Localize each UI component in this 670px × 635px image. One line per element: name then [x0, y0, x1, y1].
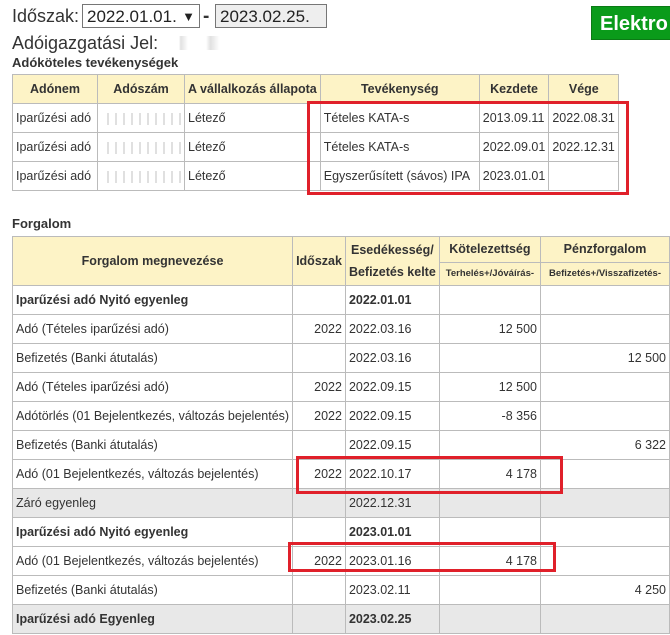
- col-cash-sub: Befizetés+/Visszafizetés-: [540, 261, 670, 287]
- turnover-period: [292, 343, 346, 373]
- turnover-liability: 12 500: [438, 372, 542, 402]
- turnover-date: 2022.03.16: [344, 314, 440, 344]
- turnover-cash: 4 250: [540, 575, 670, 605]
- activity-tax-number: [97, 161, 185, 191]
- turnover-row: Adótörlés (01 Bejelentkezés, változás be…: [11, 401, 670, 431]
- turnover-liability: -8 356: [438, 401, 542, 431]
- turnover-name: Adó (01 Bejelentkezés, változás bejelent…: [11, 459, 294, 489]
- turnover-name: Befizetés (Banki átutalás): [11, 343, 294, 373]
- col-status: A vállalkozás állapota: [184, 74, 321, 104]
- turnover-cash: [540, 546, 670, 576]
- col-start: Kezdete: [478, 74, 550, 104]
- electronic-button[interactable]: Elektro: [591, 6, 670, 40]
- col-cash: Pénzforgalom: [540, 236, 670, 263]
- activity-status: Létező: [184, 132, 321, 162]
- turnover-period: [292, 604, 346, 634]
- turnover-cash: [540, 372, 670, 402]
- turnover-name: Adó (Tételes iparűzési adó): [11, 372, 294, 402]
- tax-authority-label: Adóigazgatási Jel:: [12, 33, 159, 53]
- turnover-cash: [540, 517, 670, 547]
- turnover-header-row: Forgalom megnevezése Időszak Esedékesség…: [11, 236, 670, 286]
- turnover-name: Iparűzési adó Egyenleg: [11, 604, 294, 634]
- turnover-period: 2022: [292, 372, 346, 402]
- turnover-name: Adó (01 Bejelentkezés, változás bejelent…: [11, 546, 294, 576]
- turnover-period: 2022: [292, 401, 346, 431]
- turnover-name: Befizetés (Banki átutalás): [11, 575, 294, 605]
- turnover-liability: 12 500: [438, 314, 542, 344]
- turnover-name: Adótörlés (01 Bejelentkezés, változás be…: [11, 401, 294, 431]
- activities-header-row: Adónem Adószám A vállalkozás állapota Te…: [12, 74, 620, 104]
- col-tax-number: Adószám: [97, 74, 185, 104]
- col-end: Vége: [548, 74, 620, 104]
- col-due-line1: Esedékesség/: [351, 243, 434, 257]
- col-period: Időszak: [292, 236, 346, 286]
- turnover-cash: [540, 314, 670, 344]
- turnover-row: Iparűzési adó Egyenleg 2023.02.25: [11, 604, 670, 634]
- turnover-date: 2022.01.01: [344, 285, 440, 315]
- activities-title: Adóköteles tevékenységek: [12, 55, 179, 70]
- col-tax-type: Adónem: [12, 74, 98, 104]
- turnover-name: Iparűzési adó Nyitó egyenleg: [11, 517, 294, 547]
- redacted-tax-number: [101, 170, 181, 183]
- date-to-input[interactable]: 2023.02.25.: [215, 4, 327, 28]
- turnover-row: Iparűzési adó Nyitó egyenleg 2022.01.01: [11, 285, 670, 315]
- turnover-period: [292, 575, 346, 605]
- turnover-liability: [438, 575, 542, 605]
- turnover-date: 2023.02.25: [344, 604, 440, 634]
- turnover-liability: [438, 285, 542, 315]
- date-from-select[interactable]: 2022.01.01. ▼: [82, 4, 200, 28]
- activity-status: Létező: [184, 161, 321, 191]
- turnover-cash: [540, 604, 670, 634]
- col-due-date: Esedékesség/ Befizetés kelte: [344, 236, 440, 286]
- turnover-row: Befizetés (Banki átutalás) 2023.02.11 4 25…: [11, 575, 670, 605]
- activity-tax-number: [97, 132, 185, 162]
- turnover-name: Befizetés (Banki átutalás): [11, 430, 294, 460]
- turnover-table: Forgalom megnevezése Időszak Esedékesség…: [11, 236, 670, 634]
- redacted-tax-id: [170, 36, 260, 50]
- col-name: Forgalom megnevezése: [11, 236, 294, 286]
- turnover-row: Adó (Tételes iparűzési adó) 2022 2022.03.1…: [11, 314, 670, 344]
- date-from-value: 2022.01.01.: [87, 7, 177, 26]
- turnover-cash: [540, 401, 670, 431]
- turnover-highlight-2: [288, 542, 556, 572]
- redacted-tax-number: [101, 141, 181, 154]
- turnover-date: 2022.09.15: [344, 372, 440, 402]
- turnover-cash: [540, 285, 670, 315]
- date-separator: -: [203, 6, 210, 27]
- activity-tax-type: Iparűzési adó: [12, 103, 98, 133]
- col-liability-sub: Terhelés+/Jóváírás-: [438, 261, 542, 287]
- activity-status: Létező: [184, 103, 321, 133]
- turnover-date: 2022.03.16: [344, 343, 440, 373]
- chevron-down-icon: ▼: [182, 9, 195, 24]
- turnover-liability: [438, 604, 542, 634]
- turnover-name: Záró egyenleg: [11, 488, 294, 518]
- turnover-title: Forgalom: [12, 216, 72, 231]
- col-liability: Kötelezettség: [438, 236, 542, 263]
- period-label: Időszak:: [12, 6, 80, 26]
- turnover-highlight-1: [296, 456, 563, 494]
- turnover-row: Befizetés (Banki átutalás) 2022.03.16 12 5…: [11, 343, 670, 373]
- activity-tax-type: Iparűzési adó: [12, 132, 98, 162]
- activity-tax-number: [97, 103, 185, 133]
- col-activity: Tevékenység: [319, 74, 480, 104]
- activity-tax-type: Iparűzési adó: [12, 161, 98, 191]
- turnover-liability: [438, 343, 542, 373]
- col-due-line2: Befizetés kelte: [348, 265, 436, 279]
- turnover-row: Adó (Tételes iparűzési adó) 2022 2022.09.1…: [11, 372, 670, 402]
- turnover-name: Iparűzési adó Nyitó egyenleg: [11, 285, 294, 315]
- redacted-tax-number: [101, 112, 181, 125]
- activities-highlight: [307, 101, 629, 195]
- turnover-period: 2022: [292, 314, 346, 344]
- turnover-date: 2022.09.15: [344, 401, 440, 431]
- turnover-period: [292, 285, 346, 315]
- turnover-date: 2023.02.11: [344, 575, 440, 605]
- turnover-cash: 12 500: [540, 343, 670, 373]
- turnover-name: Adó (Tételes iparűzési adó): [11, 314, 294, 344]
